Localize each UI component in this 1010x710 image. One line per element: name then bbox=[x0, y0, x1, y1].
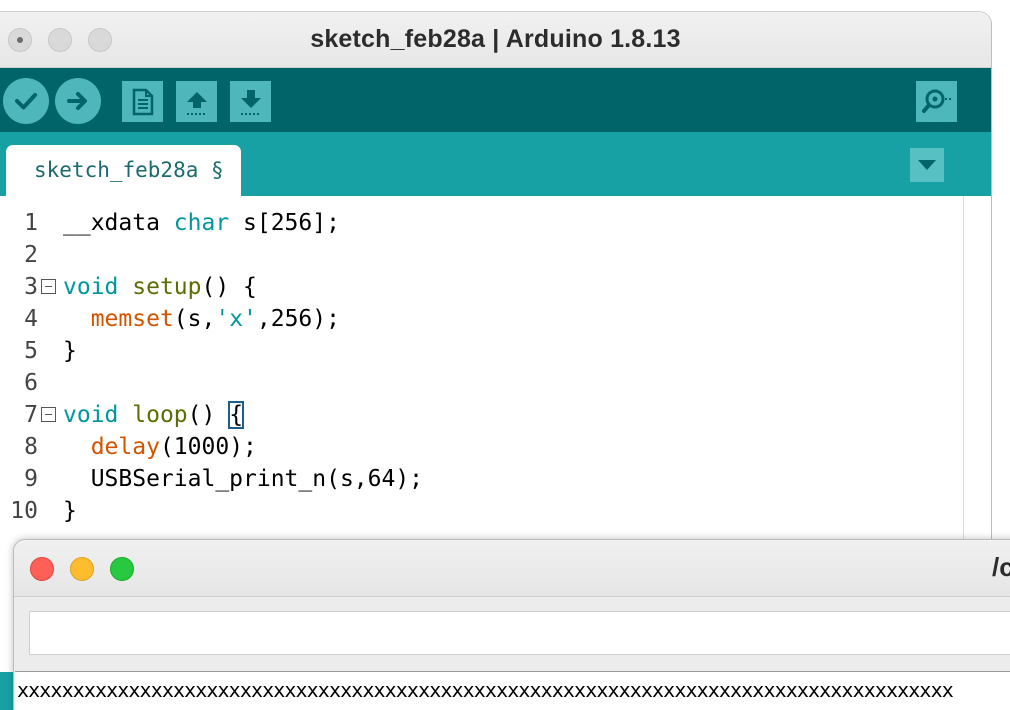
line-number: 3 bbox=[24, 274, 38, 300]
serial-close-button[interactable] bbox=[30, 557, 54, 581]
fold-toggle-icon[interactable] bbox=[41, 407, 56, 422]
code-line[interactable]: 1 __xdata char s[256]; bbox=[0, 207, 960, 239]
code-text: USBSerial_print_n(s,64); bbox=[63, 463, 423, 495]
desktop: sketch_feb28a | Arduino 1.8.13 sketch_fe… bbox=[0, 0, 1010, 710]
code-token: __xdata bbox=[63, 210, 174, 236]
code-token: delay bbox=[90, 434, 160, 460]
serial-minimize-button[interactable] bbox=[70, 557, 94, 581]
new-document-icon bbox=[132, 88, 153, 115]
save-sketch-button[interactable] bbox=[230, 81, 271, 122]
upload-button[interactable] bbox=[55, 78, 101, 124]
code-token: 'x' bbox=[215, 306, 257, 332]
fold-toggle-icon[interactable] bbox=[41, 279, 56, 294]
code-token: setup bbox=[132, 274, 202, 300]
serial-send-input[interactable] bbox=[29, 611, 1010, 655]
code-line[interactable]: 4 memset(s,'x',256); bbox=[0, 303, 960, 335]
line-number: 2 bbox=[24, 242, 38, 268]
tab-label: sketch_feb28a § bbox=[34, 158, 224, 182]
code-line[interactable]: 10} bbox=[0, 495, 960, 527]
code-line[interactable]: 6 bbox=[0, 367, 960, 399]
code-text: __xdata char s[256]; bbox=[63, 207, 340, 239]
line-number: 1 bbox=[24, 210, 38, 236]
code-token: ,256); bbox=[256, 306, 340, 332]
code-text: } bbox=[63, 335, 77, 367]
code-text: void loop() { bbox=[63, 399, 245, 431]
code-token: () { bbox=[201, 274, 257, 300]
serial-output-text: xxxxxxxxxxxxxxxxxxxxxxxxxxxxxxxxxxxxxxxx… bbox=[17, 678, 954, 702]
code-token: (1000); bbox=[159, 434, 257, 460]
magnifier-icon bbox=[921, 89, 951, 113]
code-text: } bbox=[63, 495, 77, 527]
code-line[interactable]: 8 delay(1000); bbox=[0, 431, 960, 463]
line-number: 6 bbox=[24, 370, 38, 396]
code-token: memset bbox=[90, 306, 174, 332]
toolbar bbox=[0, 68, 991, 132]
code-line[interactable]: 2 bbox=[0, 239, 960, 271]
tab-menu-button[interactable] bbox=[910, 148, 944, 182]
code-line[interactable]: 9 USBSerial_print_n(s,64); bbox=[0, 463, 960, 495]
matched-brace: { bbox=[228, 401, 245, 429]
code-token: s[256]; bbox=[229, 210, 340, 236]
code-token: char bbox=[173, 210, 230, 236]
tab-bar: sketch_feb28a § bbox=[0, 132, 991, 196]
code-token: USBSerial_print_n(s,64); bbox=[63, 466, 424, 492]
serial-monitor-button[interactable] bbox=[916, 81, 957, 122]
code-token: (s, bbox=[173, 306, 216, 332]
verify-button[interactable] bbox=[3, 78, 49, 124]
status-bar-edge bbox=[0, 672, 13, 710]
serial-zoom-button[interactable] bbox=[110, 557, 134, 581]
line-number: 9 bbox=[24, 466, 38, 492]
code-token: loop bbox=[132, 402, 188, 428]
tab-sketch[interactable]: sketch_feb28a § bbox=[6, 145, 241, 196]
code-line[interactable]: 5} bbox=[0, 335, 960, 367]
arrow-up-icon bbox=[186, 91, 207, 115]
code-token: void bbox=[63, 274, 119, 300]
line-number: 7 bbox=[24, 402, 38, 428]
code-line[interactable]: 7 void loop() { bbox=[0, 399, 960, 431]
code-text: memset(s,'x',256); bbox=[63, 303, 340, 335]
serial-output-area[interactable]: xxxxxxxxxxxxxxxxxxxxxxxxxxxxxxxxxxxxxxxx… bbox=[15, 671, 1010, 710]
triangle-down-icon bbox=[918, 160, 936, 170]
window-title: sketch_feb28a | Arduino 1.8.13 bbox=[310, 25, 681, 53]
line-number: 10 bbox=[10, 498, 38, 524]
new-sketch-button[interactable] bbox=[122, 81, 163, 122]
line-number: 5 bbox=[24, 338, 38, 364]
code-token: () bbox=[187, 402, 230, 428]
serial-title-bar[interactable]: /c bbox=[14, 540, 1010, 597]
arrow-down-icon bbox=[240, 89, 261, 115]
line-number: 4 bbox=[24, 306, 38, 332]
serial-window-title: /c bbox=[992, 552, 1010, 582]
arrow-right-icon bbox=[67, 92, 87, 110]
code-token: } bbox=[63, 498, 77, 524]
code-token: void bbox=[63, 402, 119, 428]
code-text: delay(1000); bbox=[63, 431, 257, 463]
serial-monitor-window: /c xxxxxxxxxxxxxxxxxxxxxxxxxxxxxxxxxxxxx… bbox=[13, 539, 1010, 710]
title-bar[interactable]: sketch_feb28a | Arduino 1.8.13 bbox=[0, 12, 991, 68]
open-sketch-button[interactable] bbox=[176, 81, 217, 122]
code-token: } bbox=[63, 338, 77, 364]
line-number: 8 bbox=[24, 434, 38, 460]
code-text: void setup() { bbox=[63, 271, 257, 303]
code-line[interactable]: 3 void setup() { bbox=[0, 271, 960, 303]
check-icon bbox=[15, 93, 37, 110]
